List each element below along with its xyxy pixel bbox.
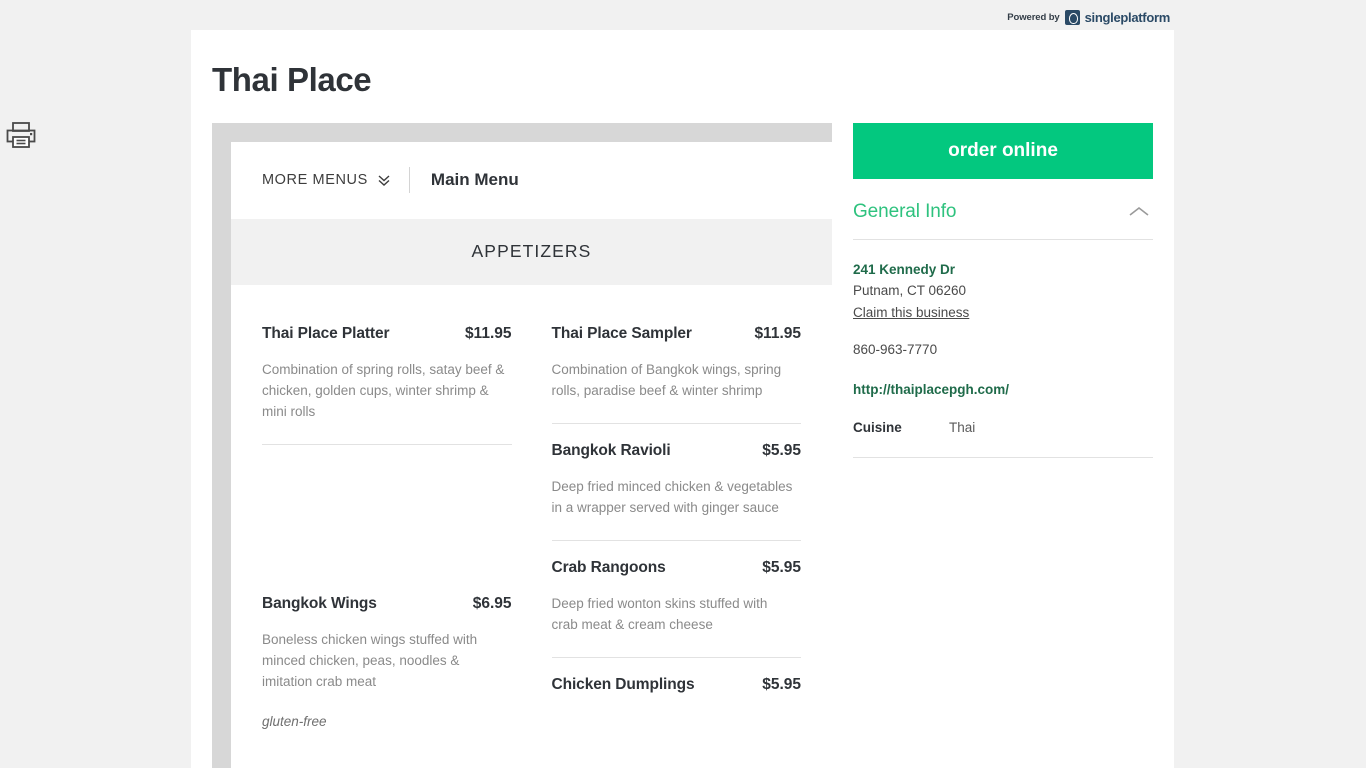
singleplatform-logo-icon: [1064, 9, 1080, 25]
menu-item-header: Bangkok Ravioli $5.95: [552, 442, 802, 460]
menu-item-name: Bangkok Ravioli: [551, 441, 671, 459]
menu-item-description: Boneless chicken wings stuffed with minc…: [262, 631, 478, 689]
menu-item[interactable]: Chicken Dumplings $5.95: [552, 676, 802, 694]
address-street: 241 Kennedy Dr: [853, 261, 956, 277]
phone-number[interactable]: 860-963-7770: [853, 342, 1153, 357]
menu-item-description: Combination of Bangkok wings, spring rol…: [551, 361, 782, 398]
double-chevron-down-icon: [378, 175, 390, 187]
menu-item-header: Crab Rangoons $5.95: [552, 559, 802, 577]
menu-item-name: Bangkok Wings: [262, 594, 377, 612]
menu-item[interactable]: Bangkok Wings $6.95 Boneless chicken win…: [262, 595, 512, 729]
menu-item-description: Deep fried minced chicken & vegetables i…: [551, 478, 793, 515]
sidebar: order online General Info 241 Kennedy Dr…: [853, 122, 1153, 458]
menu-item-description: Combination of spring rolls, satay beef …: [262, 361, 505, 419]
menu-item-price: $5.95: [762, 441, 801, 459]
website-link[interactable]: http://thaiplacepgh.com/: [853, 382, 1153, 397]
chevron-up-icon: [1129, 206, 1149, 216]
menu-item[interactable]: Thai Place Sampler $11.95 Combination of…: [551, 325, 802, 424]
powered-by-brand: singleplatform: [1084, 9, 1171, 25]
printer-icon: [6, 122, 36, 148]
menu-section-header: APPETIZERS: [231, 218, 832, 285]
powered-by-prefix: Powered by: [1007, 11, 1060, 23]
menu-item-header: Thai Place Sampler $11.95: [552, 325, 802, 343]
menu-item-note: gluten-free: [262, 713, 327, 729]
nav-divider: [408, 167, 410, 194]
menu-items-grid: Thai Place Platter $11.95 Combination of…: [231, 285, 832, 729]
menu-navigation: MORE MENUS Main Menu: [231, 141, 832, 219]
page-container: Thai Place MORE MENUS Main Menu APPETIZE…: [191, 30, 1174, 768]
menu-item-name: Crab Rangoons: [551, 558, 666, 576]
menu-item-divider: [262, 443, 512, 445]
menu-item-name: Chicken Dumplings: [551, 675, 695, 693]
general-info-title: General Info: [853, 200, 957, 222]
menu-item-description: Deep fried wonton skins stuffed with cra…: [551, 595, 768, 632]
menu-item[interactable]: Crab Rangoons $5.95 Deep fried wonton sk…: [551, 559, 802, 658]
menu-item-price: $6.95: [472, 594, 512, 612]
tab-main-menu[interactable]: Main Menu: [431, 170, 519, 190]
menu-item[interactable]: Thai Place Platter $11.95 Combination of…: [262, 325, 512, 445]
more-menus-label: MORE MENUS: [262, 172, 368, 189]
menu-item[interactable]: Bangkok Ravioli $5.95 Deep fried minced …: [551, 442, 802, 541]
page-title: Thai Place: [212, 61, 372, 98]
menu-item-header: Thai Place Platter $11.95: [262, 325, 512, 343]
menu-item-divider: [551, 422, 801, 424]
more-menus-dropdown[interactable]: MORE MENUS: [262, 172, 391, 188]
attribute-key: Cuisine: [853, 419, 902, 435]
address-city-state-zip: Putnam, CT 06260: [853, 282, 967, 298]
menu-item-price: $11.95: [464, 324, 512, 342]
general-info-toggle[interactable]: General Info: [853, 179, 1153, 239]
menu-item-divider: [551, 539, 801, 541]
menu-item-header: Chicken Dumplings $5.95: [552, 676, 802, 694]
attribute-row-cuisine: Cuisine Thai: [853, 420, 1153, 457]
menu-item-divider: [551, 656, 801, 658]
powered-by-badge[interactable]: Powered by singleplatform: [1007, 9, 1170, 25]
menu-item-name: Thai Place Platter: [262, 324, 390, 342]
menu-item-name: Thai Place Sampler: [551, 324, 692, 342]
print-button[interactable]: [4, 118, 38, 152]
attribute-value: Thai: [949, 419, 976, 435]
menu-column-right: Thai Place Sampler $11.95 Combination of…: [532, 285, 802, 729]
page-content: MORE MENUS Main Menu APPETIZERS Thai Pla…: [191, 122, 1174, 768]
menu-card: MORE MENUS Main Menu APPETIZERS Thai Pla…: [231, 141, 832, 768]
general-info-bottom-divider: [853, 456, 1153, 458]
menu-item-price: $5.95: [762, 675, 801, 693]
general-info-body: 241 Kennedy Dr Putnam, CT 06260 Claim th…: [853, 240, 1153, 458]
menu-column-left: Thai Place Platter $11.95 Combination of…: [262, 285, 532, 729]
menu-item-price: $11.95: [754, 324, 801, 342]
menu-item-header: Bangkok Wings $6.95: [262, 595, 512, 613]
menu-item-price: $5.95: [762, 558, 801, 576]
claim-business-link[interactable]: Claim this business: [853, 302, 969, 323]
order-online-button[interactable]: order online: [853, 122, 1153, 179]
menu-frame: MORE MENUS Main Menu APPETIZERS Thai Pla…: [212, 122, 832, 768]
